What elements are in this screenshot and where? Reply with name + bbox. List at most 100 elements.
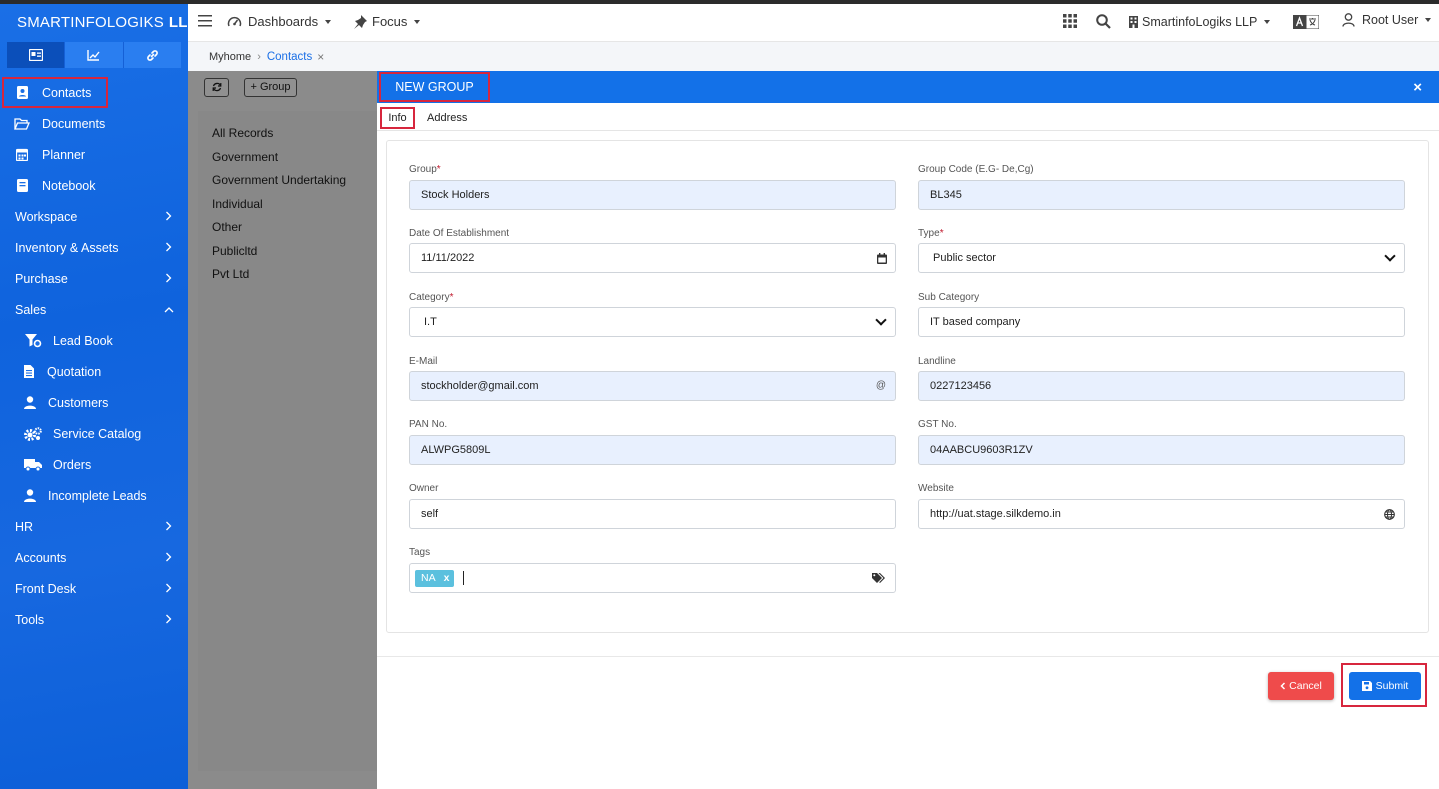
globe-icon	[1384, 509, 1395, 520]
brand-logo[interactable]: SMARTINFOLOGIKSLLP	[0, 4, 188, 40]
dashboards-menu[interactable]: Dashboards	[227, 14, 332, 29]
group-item-individual[interactable]: Individual	[212, 197, 263, 211]
group-item-government[interactable]: Government	[212, 150, 278, 164]
chevron-right-icon	[166, 552, 172, 562]
user-menu[interactable]: Root User	[1342, 13, 1432, 27]
owner-input[interactable]: self	[409, 499, 896, 529]
sidebar-tab-reports[interactable]	[65, 42, 124, 68]
hamburger-icon	[198, 15, 212, 27]
folder-open-icon	[14, 117, 30, 130]
sidebar-tab-apps[interactable]	[7, 42, 66, 68]
sidebar-item-front-desk[interactable]: Front Desk	[0, 573, 188, 604]
sidebar-item-lead-book[interactable]: Lead Book	[0, 325, 188, 356]
submit-button[interactable]: Submit	[1349, 672, 1421, 700]
group-item-government-undertaking[interactable]: Government Undertaking	[212, 173, 346, 187]
modal-header: NEW GROUP ×	[377, 71, 1439, 103]
cancel-button[interactable]: Cancel	[1268, 672, 1334, 700]
caret-down-icon	[414, 19, 421, 24]
close-icon[interactable]: ×	[1413, 79, 1422, 96]
focus-menu[interactable]: Focus	[353, 14, 421, 29]
email-input[interactable]: stockholder@gmail.com @	[409, 371, 896, 401]
user-outline-icon	[1342, 13, 1355, 27]
sidebar-item-label: Workspace	[15, 209, 78, 224]
sidebar-item-label: Purchase	[15, 271, 68, 286]
tag-remove-icon[interactable]: x	[444, 572, 450, 584]
sidebar-item-orders[interactable]: Orders	[0, 449, 188, 480]
owner-value: self	[421, 508, 439, 520]
sidebar-item-workspace[interactable]: Workspace	[0, 201, 188, 232]
group-input-value: Stock Holders	[421, 189, 490, 201]
gst-input[interactable]: 04AABCU9603R1ZV	[918, 435, 1405, 465]
date-input[interactable]: 11/11/2022	[409, 243, 896, 273]
apps-grid-button[interactable]	[1063, 14, 1077, 28]
refresh-button[interactable]	[204, 77, 229, 97]
sidebar-item-label: Front Desk	[15, 581, 77, 596]
sub-category-input[interactable]: IT based company	[918, 307, 1405, 337]
sidebar-tab-links[interactable]	[123, 42, 181, 68]
sidebar-item-hr[interactable]: HR	[0, 511, 188, 542]
group-list-panel: + Group All Records Government Governmen…	[188, 71, 377, 789]
sidebar-item-purchase[interactable]: Purchase	[0, 263, 188, 294]
breadcrumb-current[interactable]: Contacts	[267, 51, 312, 63]
breadcrumb-home[interactable]: Myhome	[209, 51, 251, 63]
sidebar-item-label: Inventory & Assets	[15, 240, 119, 255]
sidebar-item-tools[interactable]: Tools	[0, 604, 188, 635]
website-value: http://uat.stage.silkdemo.in	[930, 508, 1061, 520]
date-value: 11/11/2022	[421, 252, 475, 264]
website-input[interactable]: http://uat.stage.silkdemo.in	[918, 499, 1405, 529]
sidebar-item-label: Incomplete Leads	[48, 488, 147, 503]
user-icon	[24, 396, 36, 409]
group-label: Group*	[409, 164, 441, 175]
landline-label: Landline	[918, 356, 956, 367]
hamburger-menu-button[interactable]	[198, 15, 212, 27]
sidebar-item-accounts[interactable]: Accounts	[0, 542, 188, 573]
group-item-all-records[interactable]: All Records	[212, 126, 273, 140]
gears-icon	[24, 426, 42, 441]
pan-input[interactable]: ALWPG5809L	[409, 435, 896, 465]
sidebar-item-inventory[interactable]: Inventory & Assets	[0, 232, 188, 263]
sidebar-item-notebook[interactable]: Notebook	[0, 170, 188, 201]
type-select[interactable]: Public sector	[918, 243, 1405, 273]
landline-value: 0227123456	[930, 380, 992, 392]
sub-category-label: Sub Category	[918, 292, 980, 303]
grid-icon	[1063, 14, 1077, 28]
chevron-right-icon	[166, 242, 172, 252]
sidebar-item-sales[interactable]: Sales	[0, 294, 188, 325]
sidebar-item-quotation[interactable]: Quotation	[0, 356, 188, 387]
group-input[interactable]: Stock Holders	[409, 180, 896, 210]
category-label: Category*	[409, 292, 454, 303]
sidebar-item-customers[interactable]: Customers	[0, 387, 188, 418]
file-icon	[24, 365, 34, 378]
group-code-input[interactable]: BL345	[918, 180, 1405, 210]
sidebar-item-contacts[interactable]: Contacts	[2, 77, 108, 108]
sidebar-tabs	[7, 42, 181, 68]
brand-suffix: LLP	[168, 13, 188, 31]
tags-input[interactable]: NA x	[409, 563, 896, 593]
sidebar-item-label: Orders	[53, 457, 92, 472]
breadcrumb-close-icon[interactable]: ×	[317, 50, 324, 64]
add-group-button[interactable]: + Group	[244, 77, 297, 97]
sidebar-item-documents[interactable]: Documents	[0, 108, 188, 139]
search-button[interactable]	[1096, 14, 1111, 29]
sidebar-item-planner[interactable]: Planner	[0, 139, 188, 170]
language-translate-button[interactable]	[1293, 15, 1319, 29]
chart-line-icon	[87, 49, 101, 61]
category-select[interactable]: I.T	[409, 307, 896, 337]
tab-address[interactable]: Address	[427, 107, 467, 129]
group-code-label: Group Code (E.G- De,Cg)	[918, 164, 1034, 175]
group-item-other[interactable]: Other	[212, 220, 242, 234]
tags-icon	[872, 573, 885, 583]
group-item-publicltd[interactable]: Publicltd	[212, 244, 257, 258]
company-switcher[interactable]: SmartinfoLogiks LLP	[1129, 15, 1271, 29]
sidebar-item-label: Sales	[15, 302, 47, 317]
sidebar-item-service-catalog[interactable]: Service Catalog	[0, 418, 188, 449]
tab-info[interactable]: Info	[380, 107, 415, 129]
gst-label: GST No.	[918, 419, 957, 430]
sidebar-item-incomplete-leads[interactable]: Incomplete Leads	[0, 480, 188, 511]
tag-chip: NA x	[415, 569, 455, 587]
calendar-icon[interactable]	[877, 253, 887, 264]
chevron-right-icon	[166, 583, 172, 593]
group-item-pvt-ltd[interactable]: Pvt Ltd	[212, 267, 249, 281]
landline-input[interactable]: 0227123456	[918, 371, 1405, 401]
chevron-up-icon	[164, 307, 174, 313]
